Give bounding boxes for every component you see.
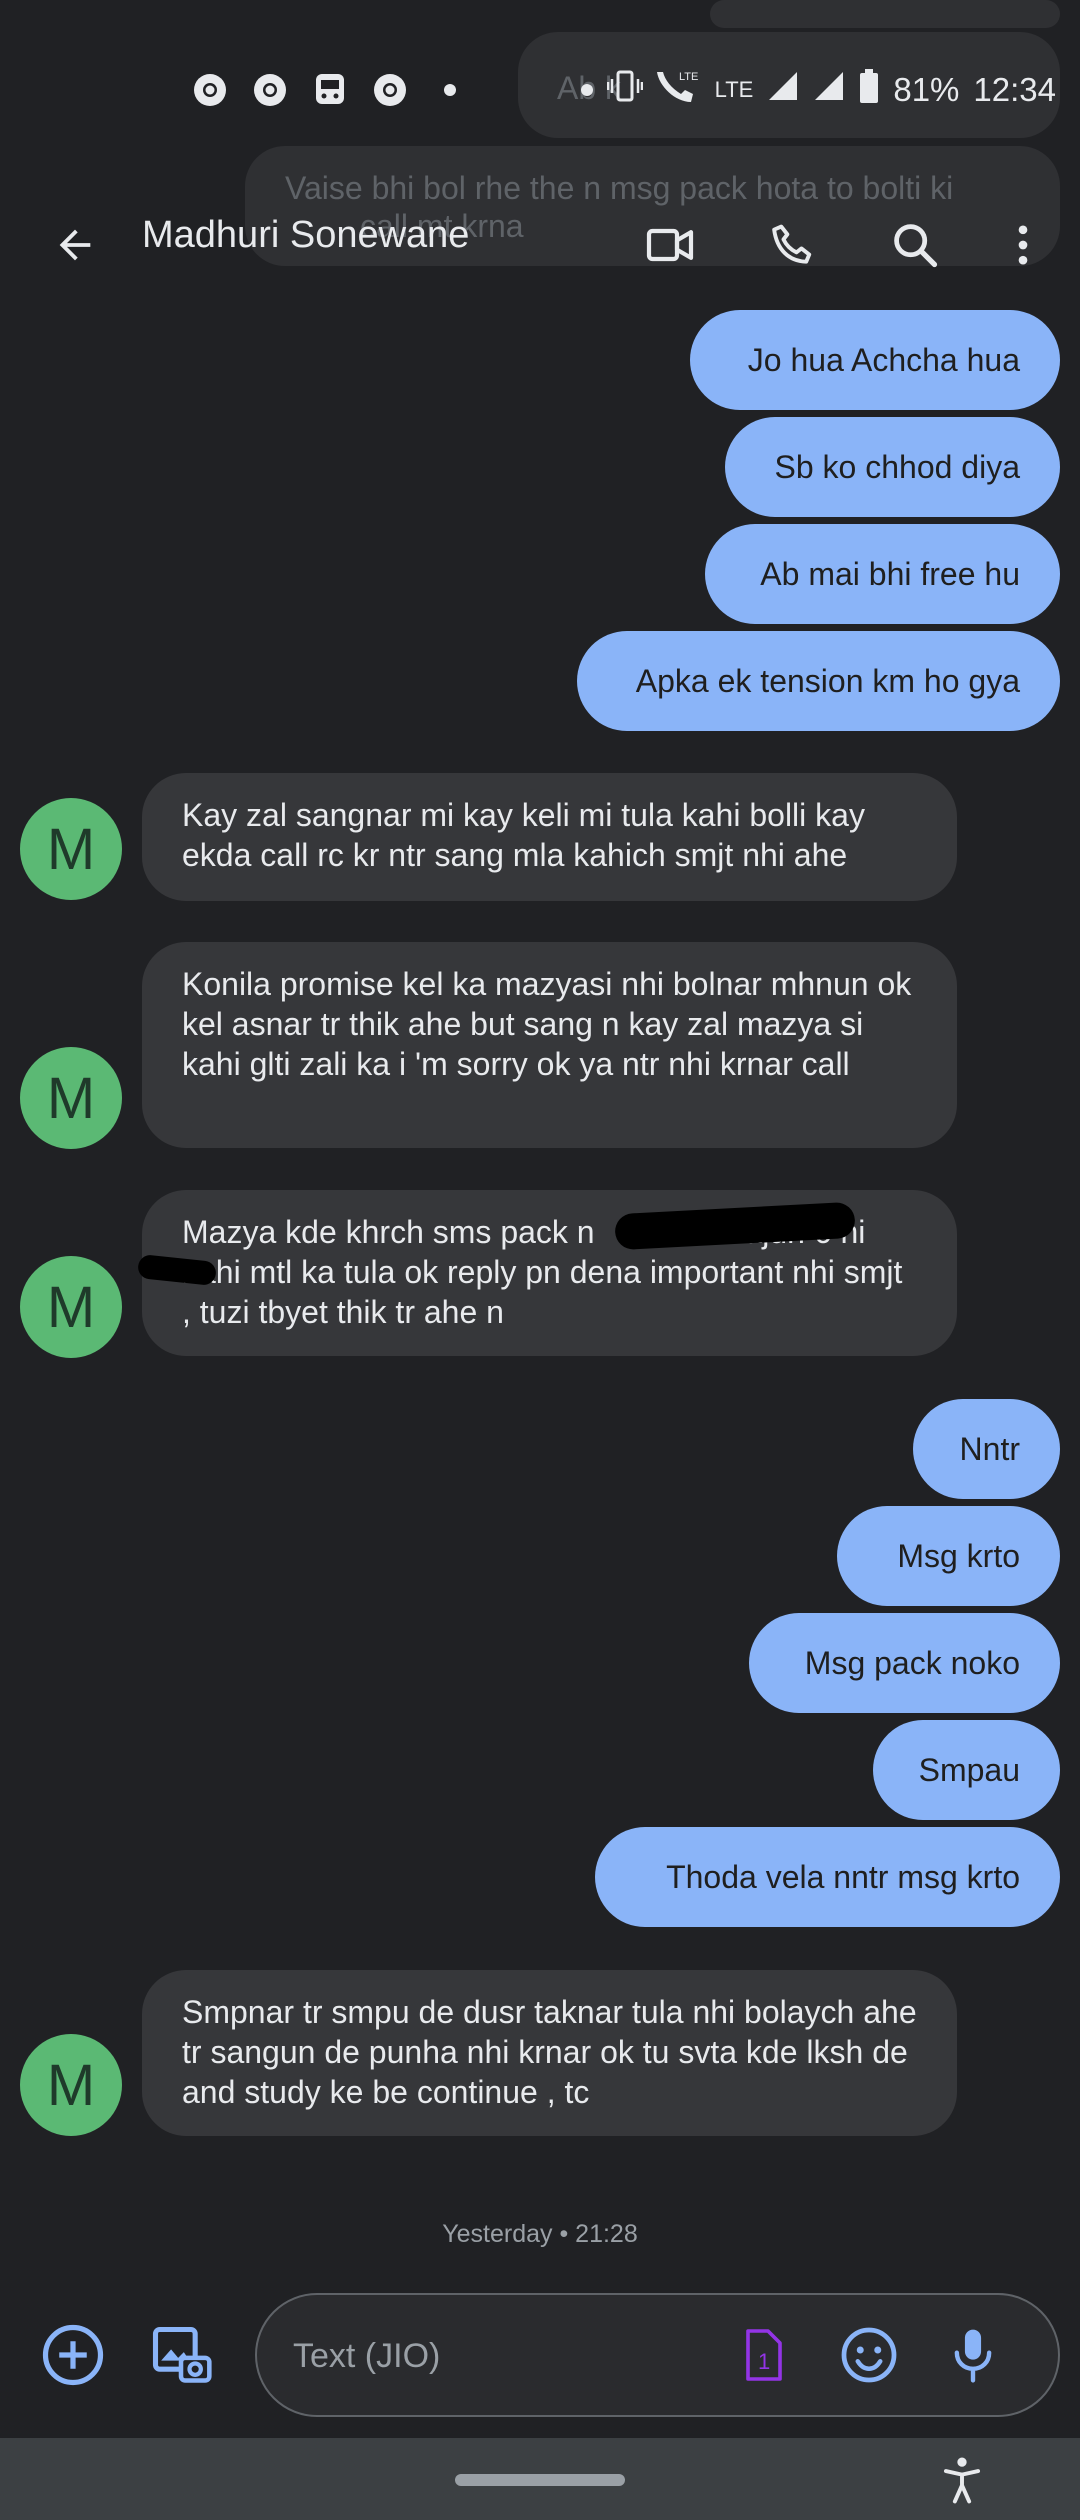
message-text: Konila promise kel ka mazyasi nhi bolnar…: [182, 966, 912, 1082]
message-text: Kay zal sangnar mi kay keli mi tula kahi…: [182, 797, 865, 873]
mic-icon[interactable]: [933, 2315, 1013, 2395]
outgoing-message[interactable]: Nntr: [913, 1399, 1060, 1499]
message-text: Jo hua Achcha hua: [747, 342, 1020, 378]
more-notifications-dot-icon: [430, 70, 470, 110]
chrome-icon: [250, 70, 290, 110]
more-vert-icon[interactable]: [988, 210, 1058, 280]
message-text: Msg pack noko: [804, 1645, 1020, 1681]
battery-percent: 81%: [893, 71, 960, 108]
notification-icons: [190, 70, 470, 110]
outgoing-message[interactable]: Smpau: [873, 1720, 1060, 1820]
sim-icon[interactable]: 1: [722, 2315, 802, 2395]
search-icon[interactable]: [880, 210, 950, 280]
volte-call-icon: LTE: [656, 68, 701, 112]
outgoing-message[interactable]: Jo hua Achcha hua: [690, 310, 1060, 410]
message-timestamp: Yesterday • 21:28: [442, 2220, 638, 2248]
incoming-message[interactable]: Kay zal sangnar mi kay keli mi tula kahi…: [142, 773, 957, 901]
message-text: Sb ko chhod diya: [774, 449, 1021, 485]
message-text: Thoda vela nntr msg krto: [666, 1859, 1020, 1895]
add-circle-icon[interactable]: [33, 2315, 113, 2395]
emoji-icon[interactable]: [829, 2315, 909, 2395]
message-text: Apka ek tension km ho gya: [635, 663, 1020, 699]
video-call-icon[interactable]: [635, 210, 705, 280]
network-label-1: LTE: [714, 77, 754, 102]
message-input[interactable]: [291, 2295, 725, 2417]
chrome-icon: [190, 70, 230, 110]
outgoing-message[interactable]: Ab mai bhi free hu: [705, 524, 1060, 624]
dot-icon: [580, 84, 593, 96]
avatar[interactable]: M: [20, 1047, 122, 1149]
message-text: Smpnar tr smpu de dusr taknar tula nhi b…: [182, 1994, 917, 2110]
compose-bar: 1: [0, 2290, 1080, 2420]
transit-icon: [310, 70, 350, 110]
chrome-icon: [370, 70, 410, 110]
gallery-icon[interactable]: [141, 2315, 221, 2395]
battery-icon: [859, 69, 879, 111]
signal-icon: [767, 70, 799, 110]
sim-label: 1: [758, 2349, 770, 2374]
avatar[interactable]: M: [20, 798, 122, 900]
vibrate-icon: [606, 69, 643, 111]
outgoing-message[interactable]: Msg krto: [837, 1506, 1060, 1606]
phone-icon[interactable]: [758, 210, 828, 280]
preview-bubble-top: [710, 0, 1060, 28]
outgoing-message[interactable]: Apka ek tension km ho gya: [577, 631, 1060, 731]
outgoing-message[interactable]: Msg pack noko: [749, 1613, 1060, 1713]
status-bar: Ab k Vaise bhi bol rhe the n msg pack ho…: [0, 0, 1080, 266]
message-text: Ab mai bhi free hu: [760, 556, 1020, 592]
incoming-message[interactable]: Konila promise kel ka mazyasi nhi bolnar…: [142, 942, 957, 1148]
system-navigation-bar: [0, 2438, 1080, 2520]
avatar[interactable]: M: [20, 2034, 122, 2136]
home-handle-icon[interactable]: [455, 2474, 625, 2486]
outgoing-message[interactable]: Thoda vela nntr msg krto: [595, 1827, 1060, 1927]
conversation-top-bar: Madhuri Sonewane: [0, 190, 1080, 300]
message-text: Smpau: [918, 1752, 1020, 1788]
message-text: Nntr: [959, 1431, 1020, 1467]
avatar[interactable]: M: [20, 1256, 122, 1358]
back-arrow-icon[interactable]: [40, 210, 110, 280]
system-status: LTE LTE 81% 12:34: [580, 68, 1056, 112]
clock: 12:34: [973, 71, 1056, 108]
message-text: Msg krto: [897, 1538, 1020, 1574]
svg-text:LTE: LTE: [679, 71, 698, 83]
signal-icon-2: [813, 70, 845, 110]
message-input-container: 1: [255, 2293, 1060, 2417]
accessibility-icon[interactable]: [934, 2452, 990, 2508]
incoming-message[interactable]: Smpnar tr smpu de dusr taknar tula nhi b…: [142, 1970, 957, 2136]
outgoing-message[interactable]: Sb ko chhod diya: [725, 417, 1060, 517]
contact-name[interactable]: Madhuri Sonewane: [142, 214, 469, 257]
